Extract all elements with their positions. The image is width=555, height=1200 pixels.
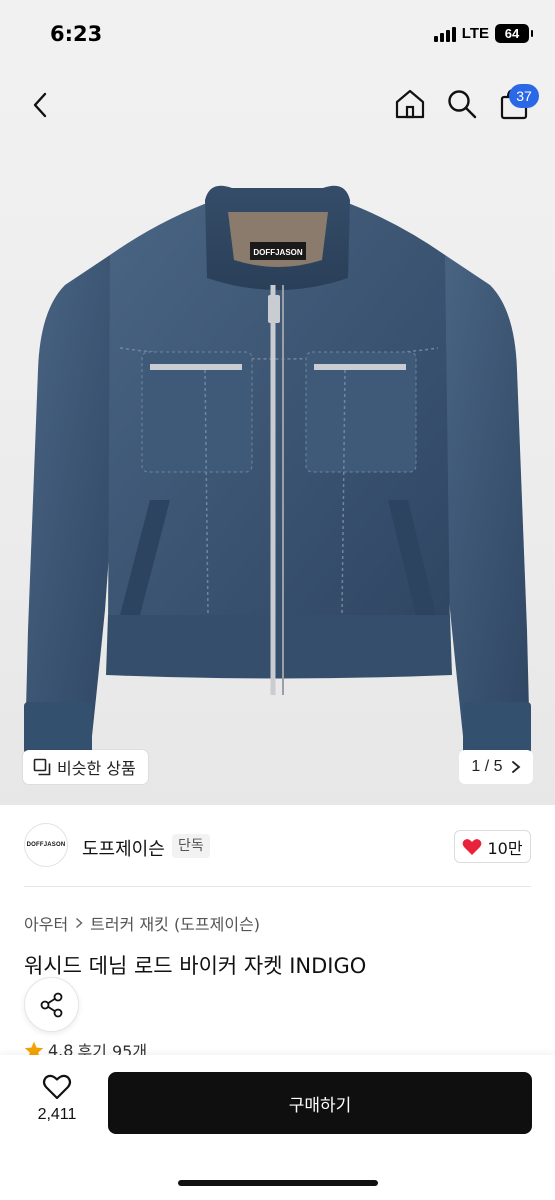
home-indicator <box>178 1180 378 1186</box>
brand-row: DOFFJASON 도프제이슨 단독 10만 <box>0 805 555 887</box>
share-button[interactable] <box>24 977 79 1032</box>
similar-products-button[interactable]: 비슷한 상품 <box>23 750 148 784</box>
signal-icon <box>433 26 456 42</box>
similar-products-label: 비슷한 상품 <box>57 759 136 778</box>
network-type: LTE <box>461 25 489 42</box>
brand-name[interactable]: 도프제이슨 <box>82 835 165 861</box>
cart-count-badge: 37 <box>509 84 539 108</box>
search-button[interactable] <box>442 84 482 124</box>
brand-like-count: 10만 <box>487 838 523 858</box>
breadcrumb: 아우터 트러커 재킷 (도프제이슨) <box>24 911 260 935</box>
back-button[interactable] <box>22 85 58 125</box>
heart-filled-icon <box>463 838 482 855</box>
search-icon <box>448 90 477 119</box>
wishlist-button[interactable]: 2,411 <box>28 1073 86 1133</box>
breadcrumb-item[interactable]: 트러커 재킷 (도프제이슨) <box>90 911 260 935</box>
image-pager-label: 1 / 5 <box>471 758 503 775</box>
chevron-right-icon <box>76 917 83 929</box>
status-time: 6:23 <box>50 22 103 46</box>
chevron-left-icon <box>33 92 47 118</box>
jacket-brand-label: DOFFJASON <box>253 248 303 257</box>
brand-like-button[interactable]: 10만 <box>454 830 531 863</box>
brand-logo[interactable]: DOFFJASON <box>24 823 68 867</box>
product-title: 워시드 데님 로드 바이커 자켓 INDIGO <box>24 954 367 978</box>
product-image[interactable]: DOFFJASON <box>0 70 555 805</box>
image-pager[interactable]: 1 / 5 <box>459 750 533 784</box>
chevron-right-icon <box>511 761 520 773</box>
jacket-illustration: DOFFJASON <box>24 185 531 755</box>
similar-items-icon <box>33 758 51 776</box>
buy-button[interactable]: 구매하기 <box>108 1072 532 1134</box>
home-button[interactable] <box>390 84 430 124</box>
exclusive-badge: 단독 <box>172 834 210 858</box>
share-icon <box>40 992 62 1017</box>
bottom-action-bar: 2,411 구매하기 <box>0 1055 555 1200</box>
breadcrumb-item[interactable]: 아우터 <box>24 911 68 935</box>
heart-outline-icon <box>42 1074 72 1100</box>
divider <box>24 886 531 887</box>
wishlist-count: 2,411 <box>37 1106 77 1123</box>
battery-icon: 64 <box>495 24 533 43</box>
home-icon <box>395 89 425 119</box>
status-bar: 6:23 LTE 64 <box>0 0 555 70</box>
status-indicators: LTE 64 <box>433 24 533 43</box>
